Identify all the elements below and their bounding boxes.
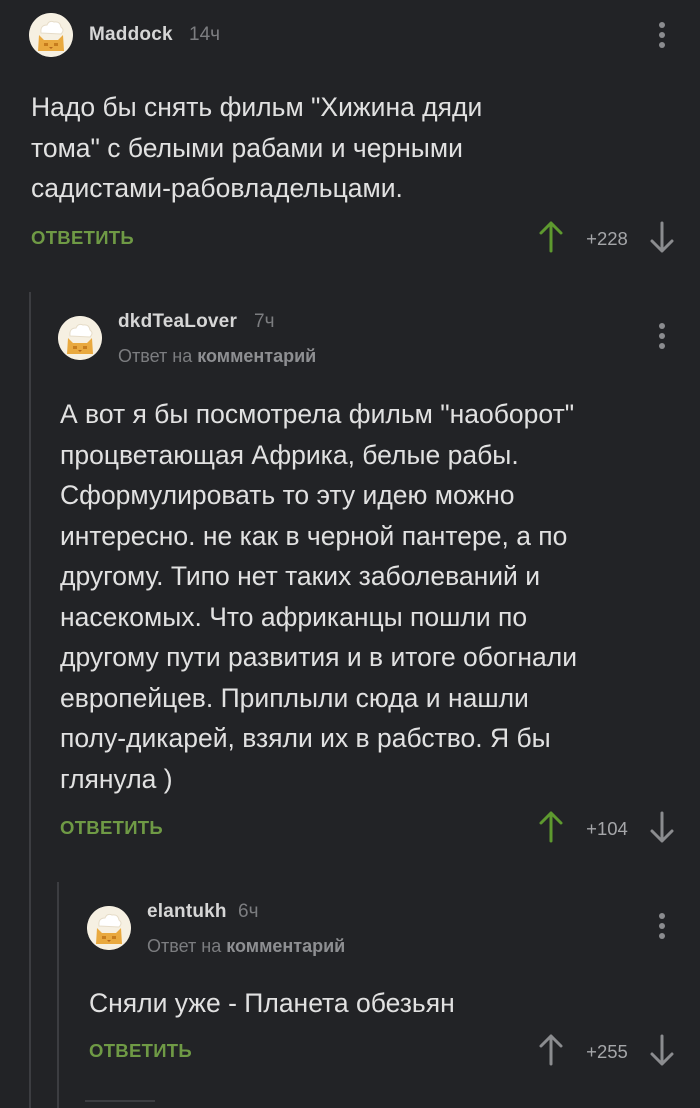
reply-to-line: Ответ на комментарий <box>147 936 345 957</box>
arrow-down-icon[interactable] <box>649 1033 675 1067</box>
comment-score: +255 <box>586 1041 628 1062</box>
comment-text: Сняли уже - Планета обезьян <box>89 988 455 1018</box>
comment-time: 6ч <box>238 901 259 922</box>
user-avatar[interactable] <box>87 906 131 950</box>
reply-button[interactable]: ОТВЕТИТЬ <box>89 1040 192 1062</box>
comment: elantukh 6ч Ответ на комментарий Сняли у… <box>0 0 700 1090</box>
comment-author[interactable]: elantukh <box>147 901 227 923</box>
chef-hat-cat-avatar-icon <box>87 906 131 950</box>
arrow-up-icon[interactable] <box>538 1033 564 1067</box>
more-vertical-icon[interactable] <box>656 911 668 941</box>
reply-to-prefix: Ответ на <box>147 936 222 956</box>
thread-line-level-3 <box>85 1100 155 1102</box>
reply-to-link[interactable]: комментарий <box>226 936 345 956</box>
